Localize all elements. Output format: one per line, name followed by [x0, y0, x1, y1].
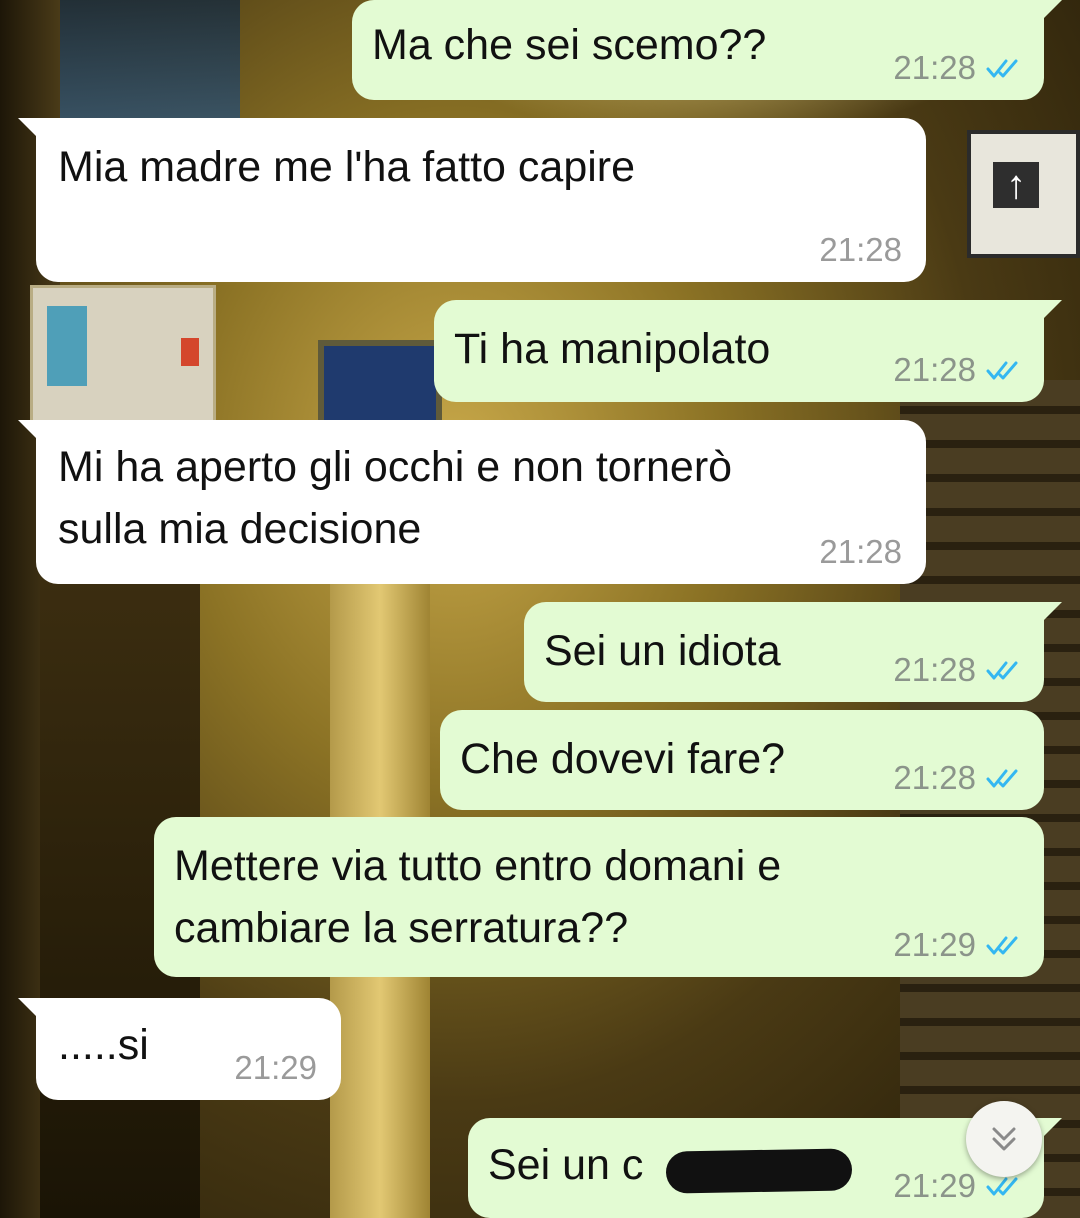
message-time: 21:28 — [819, 231, 902, 268]
outgoing-message[interactable]: Che dovevi fare? 21:28 — [440, 710, 1044, 810]
outgoing-message[interactable]: Ma che sei scemo?? 21:28 — [352, 0, 1062, 100]
double-check-read-icon — [986, 361, 1018, 380]
double-check-read-icon — [986, 769, 1018, 788]
bubble-tail — [1040, 0, 1062, 22]
bubble-tail — [1040, 300, 1062, 322]
double-check-read-icon — [986, 936, 1018, 955]
message-meta: 21:28 — [893, 352, 1022, 388]
message-list[interactable]: Ma che sei scemo?? 21:28 Mia madre me l'… — [0, 0, 1080, 1218]
bubble-tail — [18, 998, 40, 1020]
message-meta: 21:29 — [234, 1050, 317, 1086]
message-text: Mi ha aperto gli occhi e non tornerò sul… — [58, 443, 733, 553]
incoming-message[interactable]: Mia madre me l'ha fatto capire 21:28 — [18, 118, 926, 282]
bubble-tail — [1040, 602, 1062, 624]
message-time: 21:28 — [893, 351, 976, 388]
message-time: 21:28 — [893, 651, 976, 688]
message-meta: 21:28 — [893, 760, 1022, 796]
bubble-tail — [1040, 1118, 1062, 1140]
message-time: 21:28 — [893, 759, 976, 796]
message-meta: 21:28 — [893, 50, 1022, 86]
incoming-message[interactable]: .....si 21:29 — [18, 998, 341, 1100]
message-time: 21:28 — [819, 533, 902, 570]
message-meta: 21:28 — [819, 534, 902, 570]
message-meta: 21:29 — [893, 927, 1022, 963]
message-meta: 21:28 — [893, 652, 1022, 688]
outgoing-message[interactable]: Sei un idiota 21:28 — [524, 602, 1062, 702]
message-time: 21:29 — [893, 1167, 976, 1204]
incoming-message[interactable]: Mi ha aperto gli occhi e non tornerò sul… — [18, 420, 926, 584]
message-time: 21:29 — [893, 926, 976, 963]
bubble-tail — [18, 118, 40, 140]
censor-scribble — [665, 1148, 853, 1194]
message-time: 21:28 — [893, 49, 976, 86]
scroll-to-bottom-button[interactable] — [966, 1101, 1042, 1177]
double-check-read-icon — [986, 1177, 1018, 1196]
message-text: Mia madre me l'ha fatto capire — [58, 143, 636, 191]
double-check-read-icon — [986, 59, 1018, 78]
double-check-read-icon — [986, 661, 1018, 680]
outgoing-message[interactable]: Ti ha manipolato 21:28 — [434, 300, 1062, 402]
message-meta: 21:28 — [819, 232, 902, 268]
message-time: 21:29 — [234, 1049, 317, 1086]
outgoing-message[interactable]: Mettere via tutto entro domani e cambiar… — [154, 817, 1044, 977]
double-chevron-down-icon — [992, 1127, 1016, 1151]
bubble-tail — [18, 420, 40, 442]
